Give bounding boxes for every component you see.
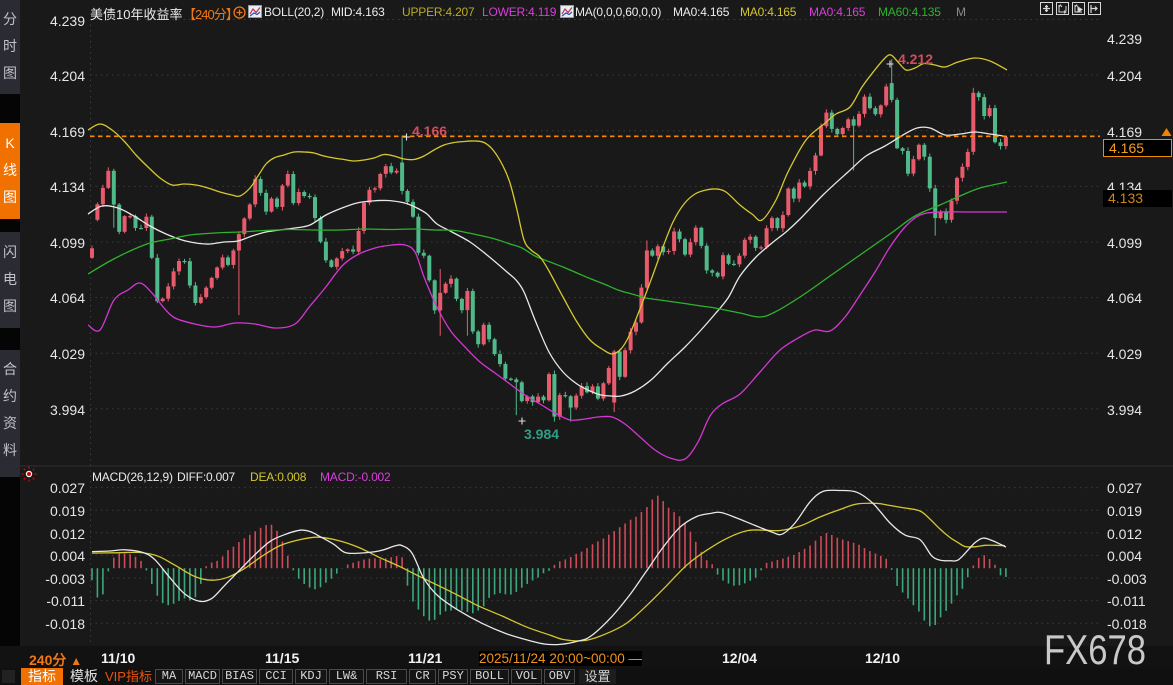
- svg-text:FX678: FX678: [1044, 628, 1146, 670]
